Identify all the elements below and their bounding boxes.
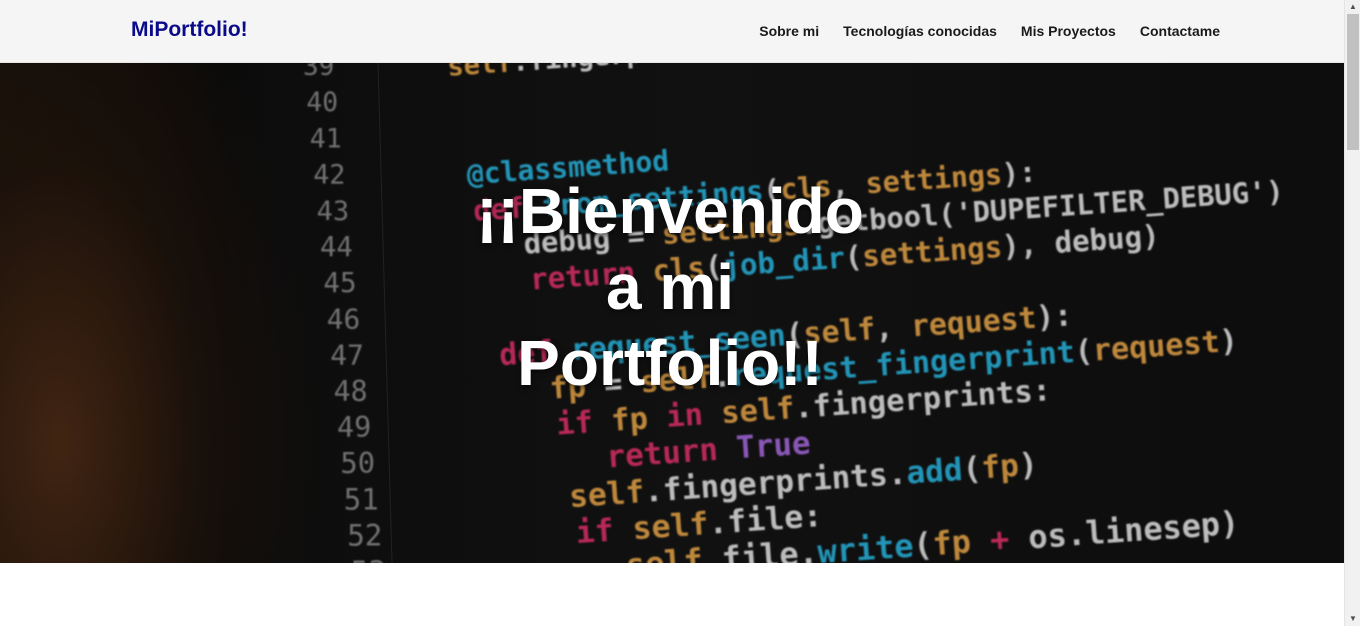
scrollbar-thumb[interactable] [1347,14,1359,150]
nav-link-proyectos[interactable]: Mis Proyectos [1021,23,1116,39]
hero-welcome-title: ¡¡Bienvenido a mi Portfolio!! [420,173,920,401]
hero-banner: 394041424344454647484950515253 self.fing… [0,63,1344,563]
nav-link-tecnologias[interactable]: Tecnologías conocidas [843,23,997,39]
hero-title-line-2: a mi [605,251,735,323]
hero-title-line-1: ¡¡Bienvenido [476,175,864,247]
top-navbar: MiPortfolio! Sobre mi Tecnologías conoci… [0,0,1344,63]
scroll-up-arrow-icon[interactable]: ▲ [1345,0,1360,14]
nav-link-contactame[interactable]: Contactame [1140,23,1220,39]
brand-logo-link[interactable]: MiPortfolio! [131,18,248,42]
nav-links: Sobre mi Tecnologías conocidas Mis Proye… [759,23,1220,39]
nav-link-sobre-mi[interactable]: Sobre mi [759,23,819,39]
hero-title-line-3: Portfolio!! [517,327,823,399]
page-scrollbar[interactable]: ▲ ▼ [1344,0,1360,626]
scroll-down-arrow-icon[interactable]: ▼ [1345,612,1360,626]
